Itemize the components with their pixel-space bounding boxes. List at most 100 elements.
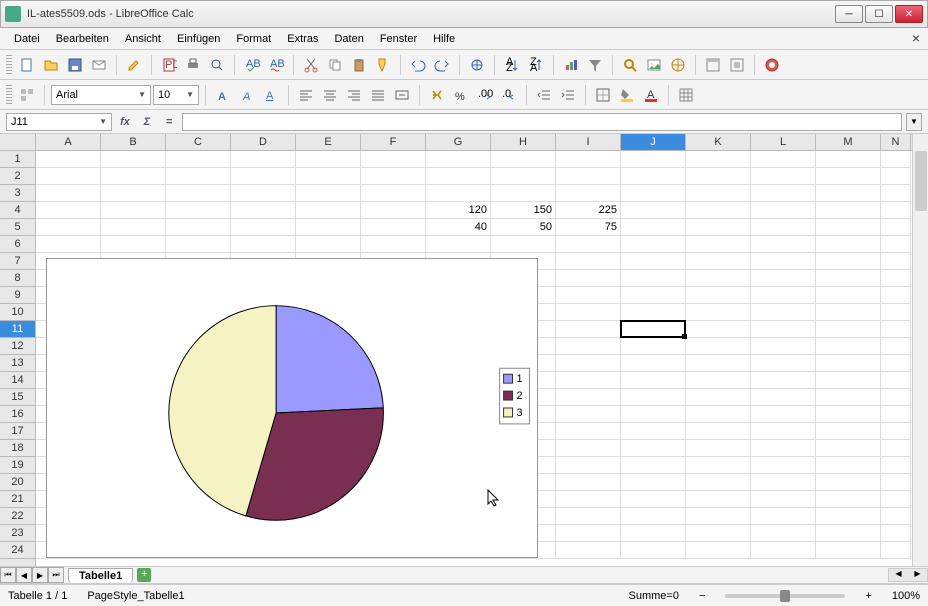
cell-H1[interactable] [491, 151, 556, 168]
row-header-12[interactable]: 12 [0, 338, 35, 355]
cell-L7[interactable] [751, 253, 816, 270]
merge-icon[interactable] [391, 84, 413, 106]
maximize-button[interactable]: ☐ [865, 5, 893, 23]
cell-N19[interactable] [881, 457, 911, 474]
decrease-indent-icon[interactable] [533, 84, 555, 106]
add-sheet-button[interactable]: + [137, 568, 151, 582]
close-button[interactable]: ✕ [895, 5, 923, 23]
cell-H6[interactable] [491, 236, 556, 253]
menu-datei[interactable]: Datei [6, 30, 48, 48]
borders-icon[interactable] [592, 84, 614, 106]
row-header-5[interactable]: 5 [0, 219, 35, 236]
cell-K10[interactable] [686, 304, 751, 321]
cell-M13[interactable] [816, 355, 881, 372]
cell-I20[interactable] [556, 474, 621, 491]
cell-B2[interactable] [101, 168, 166, 185]
cell-L9[interactable] [751, 287, 816, 304]
cell-J9[interactable] [621, 287, 686, 304]
underline-icon[interactable]: A [260, 84, 282, 106]
cell-C6[interactable] [166, 236, 231, 253]
cell-M4[interactable] [816, 202, 881, 219]
row-header-6[interactable]: 6 [0, 236, 35, 253]
col-header-N[interactable]: N [881, 134, 911, 150]
cell-A2[interactable] [36, 168, 101, 185]
cell-L20[interactable] [751, 474, 816, 491]
cell-J18[interactable] [621, 440, 686, 457]
sum-icon[interactable]: Σ [138, 113, 156, 131]
sheet-tab[interactable]: Tabelle1 [68, 568, 133, 583]
cell-I21[interactable] [556, 491, 621, 508]
cell-I2[interactable] [556, 168, 621, 185]
cell-L14[interactable] [751, 372, 816, 389]
cell-N13[interactable] [881, 355, 911, 372]
row-header-13[interactable]: 13 [0, 355, 35, 372]
cell-I3[interactable] [556, 185, 621, 202]
navigator-icon[interactable] [667, 54, 689, 76]
cell-K2[interactable] [686, 168, 751, 185]
tab-next-icon[interactable]: ▶ [32, 567, 48, 583]
cell-J3[interactable] [621, 185, 686, 202]
menu-daten[interactable]: Daten [326, 30, 371, 48]
pie-chart-object[interactable]: 123 [46, 258, 538, 558]
col-header-A[interactable]: A [36, 134, 101, 150]
cell-I14[interactable] [556, 372, 621, 389]
cell-K7[interactable] [686, 253, 751, 270]
cell-N24[interactable] [881, 542, 911, 559]
cell-K11[interactable] [686, 321, 751, 338]
cell-M24[interactable] [816, 542, 881, 559]
col-header-B[interactable]: B [101, 134, 166, 150]
cell-J24[interactable] [621, 542, 686, 559]
cell-D2[interactable] [231, 168, 296, 185]
cell-C4[interactable] [166, 202, 231, 219]
cell-M20[interactable] [816, 474, 881, 491]
cell-I12[interactable] [556, 338, 621, 355]
cell-L6[interactable] [751, 236, 816, 253]
autospell-icon[interactable]: ABC [265, 54, 287, 76]
cell-N15[interactable] [881, 389, 911, 406]
col-header-F[interactable]: F [361, 134, 426, 150]
cell-I16[interactable] [556, 406, 621, 423]
cell-J13[interactable] [621, 355, 686, 372]
cell-E1[interactable] [296, 151, 361, 168]
cell-M17[interactable] [816, 423, 881, 440]
cell-I6[interactable] [556, 236, 621, 253]
cell-N3[interactable] [881, 185, 911, 202]
add-decimal-icon[interactable]: .00 [474, 84, 496, 106]
cell-K17[interactable] [686, 423, 751, 440]
col-header-D[interactable]: D [231, 134, 296, 150]
tab-first-icon[interactable]: ⏮ [0, 567, 16, 583]
cell-M10[interactable] [816, 304, 881, 321]
expand-formula-icon[interactable]: ▼ [906, 113, 922, 131]
row-header-8[interactable]: 8 [0, 270, 35, 287]
cell-J6[interactable] [621, 236, 686, 253]
row-header-22[interactable]: 22 [0, 508, 35, 525]
cell-D5[interactable] [231, 219, 296, 236]
cell-N9[interactable] [881, 287, 911, 304]
cell-I4[interactable]: 225 [556, 202, 621, 219]
cell-L23[interactable] [751, 525, 816, 542]
col-header-M[interactable]: M [816, 134, 881, 150]
cell-I7[interactable] [556, 253, 621, 270]
cell-N17[interactable] [881, 423, 911, 440]
email-icon[interactable] [88, 54, 110, 76]
find-icon[interactable] [619, 54, 641, 76]
sort-asc-icon[interactable]: AZ [501, 54, 523, 76]
cell-M7[interactable] [816, 253, 881, 270]
bold-icon[interactable]: A [212, 84, 234, 106]
cell-C3[interactable] [166, 185, 231, 202]
formula-input[interactable] [182, 113, 902, 131]
cell-F2[interactable] [361, 168, 426, 185]
cell-D6[interactable] [231, 236, 296, 253]
cell-M5[interactable] [816, 219, 881, 236]
cell-D1[interactable] [231, 151, 296, 168]
cell-M21[interactable] [816, 491, 881, 508]
close-document-button[interactable]: × [912, 30, 920, 46]
tab-last-icon[interactable]: ⏭ [48, 567, 64, 583]
edit-icon[interactable] [123, 54, 145, 76]
cell-J8[interactable] [621, 270, 686, 287]
row-header-7[interactable]: 7 [0, 253, 35, 270]
cell-M2[interactable] [816, 168, 881, 185]
menu-fenster[interactable]: Fenster [372, 30, 425, 48]
cell-I15[interactable] [556, 389, 621, 406]
cell-L5[interactable] [751, 219, 816, 236]
